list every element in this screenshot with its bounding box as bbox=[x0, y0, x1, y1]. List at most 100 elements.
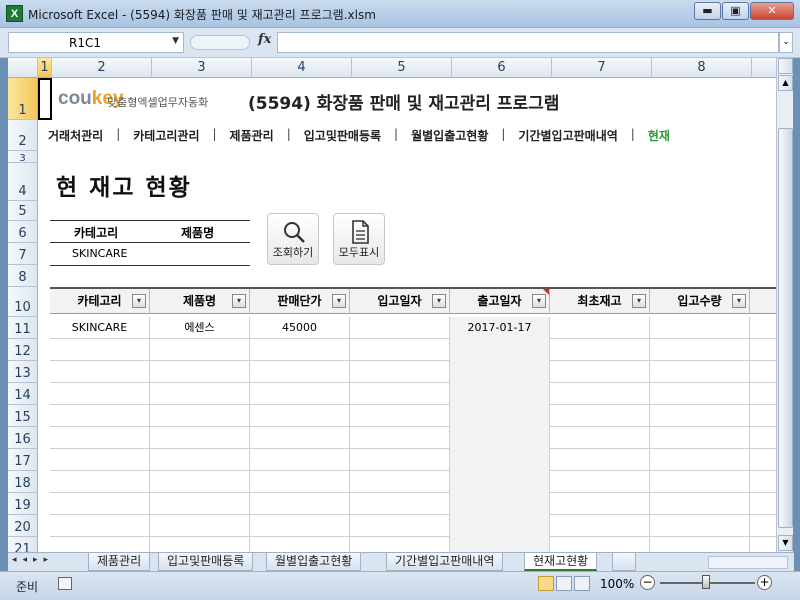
tab-monthly-status[interactable]: 월별입출고현황 bbox=[266, 553, 362, 571]
filter-dropdown-icon[interactable]: ▾ bbox=[732, 294, 746, 308]
filter-dropdown-icon[interactable]: ▾ bbox=[632, 294, 646, 308]
row-header[interactable]: 13 bbox=[8, 361, 38, 383]
row-header[interactable]: 21 bbox=[8, 537, 38, 552]
row-header[interactable]: 15 bbox=[8, 405, 38, 427]
scroll-down-icon[interactable]: ▼ bbox=[778, 535, 793, 551]
minimize-button[interactable]: ▬ bbox=[694, 2, 721, 20]
menu-item-partners[interactable]: 거래처관리 bbox=[48, 127, 103, 144]
filter-dropdown-icon[interactable]: ▾ bbox=[132, 294, 146, 308]
tab-stock-in-sales[interactable]: 입고및판매등록 bbox=[158, 553, 254, 571]
column-header[interactable]: 4 bbox=[252, 58, 352, 78]
zoom-in-icon[interactable]: + bbox=[757, 575, 772, 590]
zoom-slider-thumb[interactable] bbox=[702, 575, 710, 589]
table-cell[interactable] bbox=[350, 317, 450, 339]
active-cell[interactable] bbox=[38, 78, 52, 120]
function-icon[interactable]: fx bbox=[258, 32, 271, 47]
expand-formula-icon[interactable]: ⌄ bbox=[779, 32, 793, 53]
table-row[interactable] bbox=[50, 493, 776, 515]
page-break-view-icon[interactable] bbox=[574, 576, 590, 591]
row-header[interactable]: 8 bbox=[8, 265, 38, 287]
filter-dropdown-icon[interactable]: ▾ bbox=[232, 294, 246, 308]
row-header[interactable]: 19 bbox=[8, 493, 38, 515]
row-header[interactable]: 12 bbox=[8, 339, 38, 361]
filter-dropdown-icon[interactable]: ▾ bbox=[532, 294, 546, 308]
filter-dropdown-icon[interactable]: ▾ bbox=[332, 294, 346, 308]
tab-current-stock[interactable]: 현재고현황 bbox=[524, 553, 598, 571]
menu-item-current-stock[interactable]: 현재 bbox=[648, 127, 670, 144]
table-row[interactable] bbox=[50, 405, 776, 427]
sheet-tab-bar: ◂◂▸▸ 제품관리 입고및판매등록 월별입출고현황 기간별입고판매내역 현재고현… bbox=[8, 552, 794, 571]
vertical-scrollbar[interactable]: ▲ ▼ bbox=[776, 58, 793, 552]
table-row[interactable] bbox=[50, 449, 776, 471]
filter-category-input[interactable]: SKINCARE bbox=[72, 247, 127, 260]
row-header[interactable]: 17 bbox=[8, 449, 38, 471]
menu-item-stock-in-sales[interactable]: 입고및판매등록 bbox=[304, 127, 381, 144]
table-row[interactable] bbox=[50, 383, 776, 405]
scroll-thumb[interactable] bbox=[778, 128, 793, 528]
zoom-out-icon[interactable]: − bbox=[640, 575, 655, 590]
menu-item-period-history[interactable]: 기간별입고판매내역 bbox=[518, 127, 617, 144]
macro-record-icon[interactable] bbox=[58, 577, 72, 590]
filter-product-input[interactable] bbox=[170, 247, 246, 261]
split-handle[interactable] bbox=[778, 58, 793, 74]
tab-period-history[interactable]: 기간별입고판매내역 bbox=[386, 553, 504, 571]
page-layout-view-icon[interactable] bbox=[556, 576, 572, 591]
column-header[interactable]: 3 bbox=[152, 58, 252, 78]
row-header[interactable]: 20 bbox=[8, 515, 38, 537]
menu-item-monthly-status[interactable]: 월별입출고현황 bbox=[411, 127, 488, 144]
column-header[interactable]: 6 bbox=[452, 58, 552, 78]
select-all-corner[interactable] bbox=[8, 58, 38, 78]
formula-input[interactable] bbox=[277, 32, 779, 53]
new-sheet-icon[interactable] bbox=[612, 553, 636, 571]
row-header[interactable]: 1 bbox=[8, 78, 38, 120]
row-header[interactable]: 6 bbox=[8, 221, 38, 243]
row-header[interactable]: 14 bbox=[8, 383, 38, 405]
table-row[interactable]: SKINCARE 에센스 45000 2017-01-17 bbox=[50, 317, 776, 339]
column-header[interactable]: 8 bbox=[652, 58, 752, 78]
zoom-level[interactable]: 100% bbox=[600, 577, 634, 591]
table-cell[interactable]: 2017-01-17 bbox=[450, 317, 550, 339]
table-row[interactable] bbox=[50, 361, 776, 383]
row-header[interactable]: 10 bbox=[8, 287, 38, 317]
scroll-up-icon[interactable]: ▲ bbox=[778, 75, 793, 91]
table-cell[interactable] bbox=[550, 317, 650, 339]
tab-products[interactable]: 제품관리 bbox=[88, 553, 151, 571]
maximize-button[interactable]: ▣ bbox=[722, 2, 749, 20]
search-button[interactable]: 조회하기 bbox=[267, 213, 319, 265]
table-header-cell: 출고일자 ▾ bbox=[450, 289, 550, 314]
table-cell[interactable]: SKINCARE bbox=[50, 317, 150, 339]
column-header[interactable]: 1 bbox=[38, 58, 52, 78]
column-header[interactable] bbox=[752, 58, 776, 78]
row-header[interactable]: 2 bbox=[8, 120, 38, 151]
filter-dropdown-icon[interactable]: ▾ bbox=[432, 294, 446, 308]
name-box[interactable]: R1C1 ▼ bbox=[8, 32, 184, 53]
menu-item-products[interactable]: 제품관리 bbox=[230, 127, 274, 144]
row-header[interactable]: 5 bbox=[8, 201, 38, 221]
column-header[interactable]: 7 bbox=[552, 58, 652, 78]
row-header[interactable]: 16 bbox=[8, 427, 38, 449]
table-row[interactable] bbox=[50, 427, 776, 449]
row-header[interactable]: 18 bbox=[8, 471, 38, 493]
row-header[interactable]: 11 bbox=[8, 317, 38, 339]
close-button[interactable]: ✕ bbox=[750, 2, 794, 20]
table-cell[interactable]: 45000 bbox=[250, 317, 350, 339]
normal-view-icon[interactable] bbox=[538, 576, 554, 591]
chevron-down-icon[interactable]: ▼ bbox=[172, 36, 179, 46]
menu-item-categories[interactable]: 카테고리관리 bbox=[133, 127, 199, 144]
table-cell[interactable]: 에센스 bbox=[150, 317, 250, 339]
table-cell[interactable] bbox=[650, 317, 750, 339]
formula-bar-splitter[interactable] bbox=[190, 35, 250, 50]
column-header[interactable]: 2 bbox=[52, 58, 152, 78]
tab-navigation-icons[interactable]: ◂◂▸▸ bbox=[12, 555, 54, 565]
worksheet[interactable]: 1 2 3 4 5 6 7 8 1 2 3 4 5 6 7 8 10 11 12… bbox=[8, 58, 776, 552]
horizontal-scrollbar[interactable] bbox=[708, 556, 788, 569]
table-row[interactable] bbox=[50, 515, 776, 537]
row-header[interactable]: 7 bbox=[8, 243, 38, 265]
row-header[interactable]: 3 bbox=[8, 151, 38, 164]
show-all-button[interactable]: 모두표시 bbox=[333, 213, 385, 265]
column-header[interactable]: 5 bbox=[352, 58, 452, 78]
table-row[interactable] bbox=[50, 471, 776, 493]
table-row[interactable] bbox=[50, 537, 776, 552]
row-header[interactable]: 4 bbox=[8, 163, 38, 201]
table-row[interactable] bbox=[50, 339, 776, 361]
